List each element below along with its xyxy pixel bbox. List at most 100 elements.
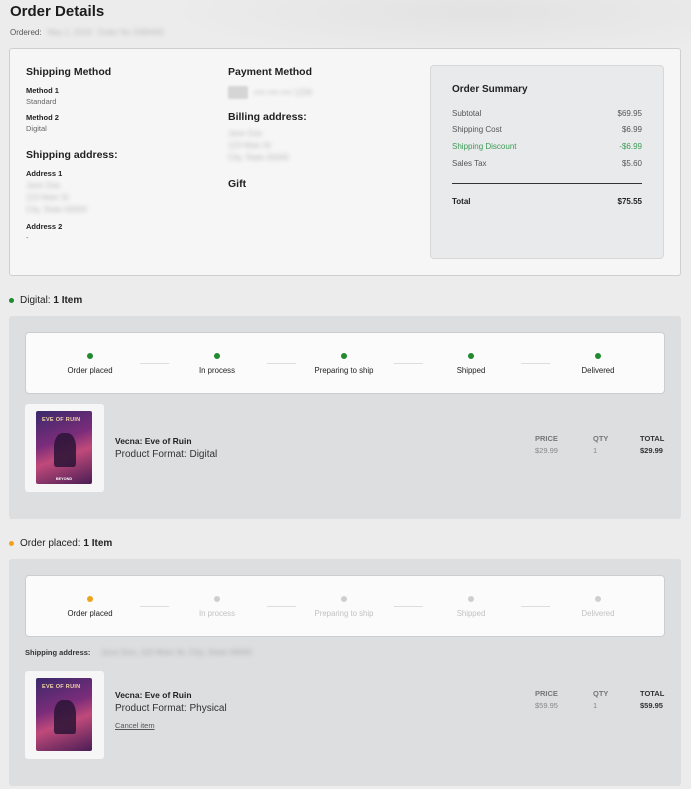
step-label: Delivered <box>581 609 615 618</box>
cover-figure <box>54 700 76 734</box>
step-in-process: In process <box>167 576 267 636</box>
summary-divider <box>452 183 642 184</box>
step-connector <box>140 606 169 607</box>
shipping-address-heading: Shipping address: <box>26 149 118 161</box>
step-delivered: Delivered <box>548 333 648 393</box>
product-cover-image: EVE OF RUIN <box>36 678 92 751</box>
shipping-method-1: Method 1 Standard <box>26 86 118 106</box>
step-dot <box>595 596 601 602</box>
cover-title: EVE OF RUIN <box>42 684 81 690</box>
qty-value: 1 <box>593 446 598 455</box>
order-info-card: Shipping Method Method 1 Standard Method… <box>9 48 681 276</box>
product-name[interactable]: Vecna: Eve of Ruin <box>115 436 192 446</box>
step-connector <box>521 363 550 364</box>
ordered-date: May 1, 2024 <box>47 28 92 37</box>
price-header: PRICE <box>535 689 558 698</box>
step-label: Shipped <box>456 366 486 375</box>
method-1-value: Standard <box>26 97 57 106</box>
billing-line: Jane Doe <box>228 129 263 138</box>
gift-heading: Gift <box>228 178 247 190</box>
step-connector <box>267 606 296 607</box>
address-1-label: Address 1 <box>26 169 63 178</box>
step-connector <box>140 363 169 364</box>
status-dot <box>9 541 14 546</box>
status-dot <box>9 298 14 303</box>
product-name[interactable]: Vecna: Eve of Ruin <box>115 690 192 700</box>
progress-tracker: Order placed In process Preparing to shi… <box>25 575 665 637</box>
step-connector <box>521 606 550 607</box>
cover-brand: BEYOND <box>55 477 73 481</box>
billing-address-heading: Billing address: <box>228 111 307 123</box>
qty-header: QTY <box>593 434 609 443</box>
summary-value: $69.95 <box>617 109 642 118</box>
step-connector <box>267 363 296 364</box>
step-shipped: Shipped <box>421 576 521 636</box>
step-dot <box>214 596 220 602</box>
step-connector <box>394 363 423 364</box>
step-dot <box>341 596 347 602</box>
product-cover-image: EVE OF RUIN BEYOND <box>36 411 92 484</box>
summary-row-shipping: Shipping Cost $6.99 <box>452 125 642 134</box>
address-1: Address 1 Jane Doe 123 Main St City, Sta… <box>26 169 118 214</box>
group-header-order-placed: Order placed: 1 Item <box>9 538 112 549</box>
group-count: 1 Item <box>53 295 83 306</box>
cancel-item-link[interactable]: Cancel item <box>115 721 155 730</box>
address-2-value: - <box>26 233 29 242</box>
method-2-label: Method 2 <box>26 113 59 122</box>
summary-total-value: $75.55 <box>617 197 642 206</box>
summary-value: $6.99 <box>621 125 642 134</box>
product-thumbnail[interactable]: EVE OF RUIN <box>25 671 104 759</box>
price-value: $29.99 <box>535 446 558 455</box>
address-1-line: City, State 00000 <box>26 205 87 214</box>
card-icon <box>228 86 248 99</box>
shipping-address-label: Shipping address: <box>25 648 91 657</box>
total-value: $29.99 <box>640 446 663 455</box>
step-label: Preparing to ship <box>314 366 374 375</box>
address-1-line: 123 Main St <box>26 193 69 202</box>
ordered-label: Ordered: <box>10 28 42 37</box>
step-in-process: In process <box>167 333 267 393</box>
order-summary-title: Order Summary <box>452 84 528 95</box>
billing-line: City, State 00000 <box>228 153 289 162</box>
group-status: Digital: <box>20 295 51 306</box>
step-dot <box>341 353 347 359</box>
qty-value: 1 <box>593 701 598 710</box>
address-2: Address 2 - <box>26 222 118 242</box>
step-label: Order placed <box>67 609 113 618</box>
step-label: Delivered <box>581 366 615 375</box>
step-dot <box>87 353 93 359</box>
summary-row-total: Total $75.55 <box>452 197 642 206</box>
step-label: In process <box>199 366 235 375</box>
shipping-method-2: Method 2 Digital <box>26 113 118 133</box>
qty-header: QTY <box>593 689 609 698</box>
shipment-panel-digital: Order placed In process Preparing to shi… <box>9 316 681 519</box>
step-dot <box>468 596 474 602</box>
cover-title: EVE OF RUIN <box>42 417 81 423</box>
summary-row-subtotal: Subtotal $69.95 <box>452 109 642 118</box>
price-header: PRICE <box>535 434 558 443</box>
payment-column: Payment Method •••• •••• •••• 1234 Billi… <box>228 66 312 190</box>
shipping-method-heading: Shipping Method <box>26 66 112 78</box>
summary-value: -$6.99 <box>619 142 642 151</box>
step-order-placed: Order placed <box>40 576 140 636</box>
payment-card: •••• •••• •••• 1234 <box>228 86 312 99</box>
shipment-panel-physical: Order placed In process Preparing to shi… <box>9 559 681 786</box>
step-label: Order placed <box>67 366 113 375</box>
billing-address: Jane Doe 123 Main St City, State 00000 <box>228 129 312 162</box>
shipping-column: Shipping Method Method 1 Standard Method… <box>26 66 118 242</box>
step-dot <box>468 353 474 359</box>
ordered-line: Ordered: May 1, 2024 Order No 2089493 <box>10 28 164 37</box>
progress-tracker: Order placed In process Preparing to shi… <box>25 332 665 394</box>
step-shipped: Shipped <box>421 333 521 393</box>
group-header-digital: Digital: 1 Item <box>9 295 82 306</box>
step-preparing: Preparing to ship <box>294 333 394 393</box>
method-2-value: Digital <box>26 124 47 133</box>
card-number: •••• •••• •••• 1234 <box>254 88 313 97</box>
product-thumbnail[interactable]: EVE OF RUIN BEYOND <box>25 404 104 492</box>
billing-line: 123 Main St <box>228 141 271 150</box>
shipping-address-value: Jane Doe, 123 Main St, City, State 00000 <box>100 648 252 657</box>
address-2-label: Address 2 <box>26 222 63 231</box>
price-value: $59.95 <box>535 701 558 710</box>
product-format: Product Format: Physical <box>115 703 227 714</box>
product-format: Product Format: Digital <box>115 449 218 460</box>
